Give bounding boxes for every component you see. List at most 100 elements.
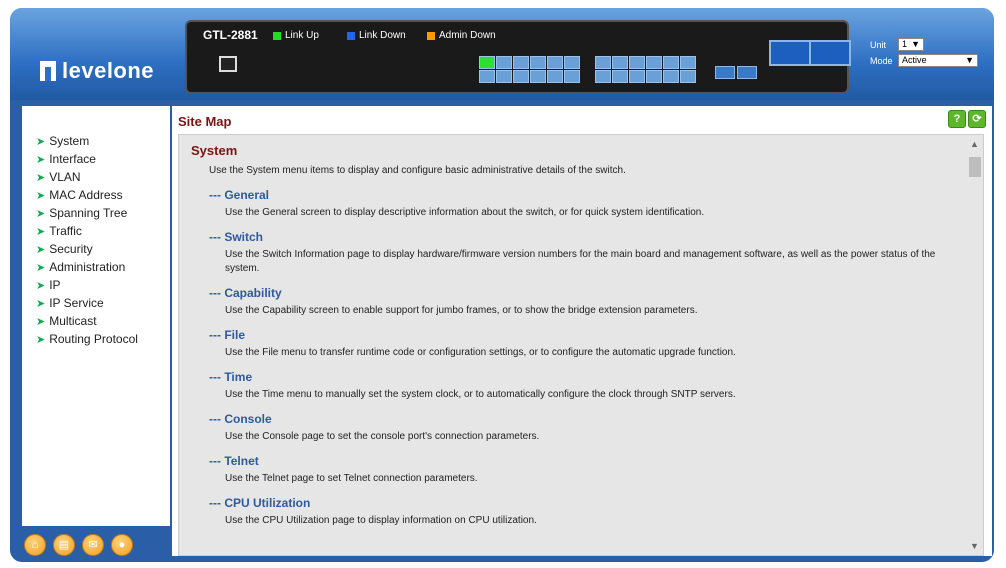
sidebar-item-mac-address[interactable]: ➤ MAC Address xyxy=(22,186,170,204)
arrow-right-icon: ➤ xyxy=(36,207,46,220)
refresh-button[interactable]: ⟳ xyxy=(968,110,986,128)
port[interactable] xyxy=(646,70,662,83)
dropdown-arrow-icon: ▼ xyxy=(965,55,974,65)
sidebar-item-multicast[interactable]: ➤ Multicast xyxy=(22,312,170,330)
arrow-right-icon: ➤ xyxy=(36,297,46,310)
brand-logo: levelone xyxy=(40,58,154,84)
port[interactable] xyxy=(595,56,611,69)
device-panel: GTL-2881 Link Up Link Down Admin Down xyxy=(185,20,851,94)
mode-select[interactable]: Active ▼ xyxy=(898,54,978,67)
legend-link-down: Link Down xyxy=(347,30,406,41)
sitemap-desc: Use the File menu to transfer runtime co… xyxy=(225,347,736,358)
sitemap-link-time[interactable]: --- Time xyxy=(209,370,983,384)
arrow-right-icon: ➤ xyxy=(36,279,46,292)
sidebar-item-interface[interactable]: ➤ Interface xyxy=(22,150,170,168)
dropdown-arrow-icon: ▼ xyxy=(911,39,920,49)
port[interactable] xyxy=(680,56,696,69)
sidebar-item-spanning-tree[interactable]: ➤ Spanning Tree xyxy=(22,204,170,222)
port[interactable] xyxy=(513,56,529,69)
mail-icon[interactable]: ✉ xyxy=(82,534,104,556)
port[interactable] xyxy=(629,56,645,69)
port[interactable] xyxy=(646,56,662,69)
port[interactable] xyxy=(663,70,679,83)
sitemap-desc: Use the Capability screen to enable supp… xyxy=(225,305,698,316)
port[interactable] xyxy=(564,70,580,83)
help-button[interactable]: ? xyxy=(948,110,966,128)
port[interactable] xyxy=(595,70,611,83)
sidebar-item-ip-service[interactable]: ➤ IP Service xyxy=(22,294,170,312)
port[interactable] xyxy=(496,70,512,83)
app-frame: levelone GTL-2881 Link Up Link Down Admi… xyxy=(10,8,994,562)
sitemap-link-switch[interactable]: --- Switch xyxy=(209,230,983,244)
sidebar-item-vlan[interactable]: ➤ VLAN xyxy=(22,168,170,186)
sidebar-item-traffic[interactable]: ➤ Traffic xyxy=(22,222,170,240)
arrow-right-icon: ➤ xyxy=(36,261,46,274)
port[interactable] xyxy=(479,56,495,69)
sitemap-link-console[interactable]: --- Console xyxy=(209,412,983,426)
device-model: GTL-2881 xyxy=(203,28,258,42)
port[interactable] xyxy=(513,70,529,83)
scrollbar-thumb[interactable] xyxy=(969,157,981,177)
port[interactable] xyxy=(680,70,696,83)
unit-select[interactable]: 1 ▼ xyxy=(898,38,924,51)
uplink-port[interactable] xyxy=(809,40,851,66)
sitemap-link-general[interactable]: --- General xyxy=(209,188,983,202)
mode-label: Mode xyxy=(870,55,893,66)
save-icon[interactable]: ● xyxy=(111,534,133,556)
link-down-swatch-icon xyxy=(347,31,355,40)
sitemap-scroll-pane[interactable]: System Use the System menu items to disp… xyxy=(178,134,984,556)
port[interactable] xyxy=(547,56,563,69)
port[interactable] xyxy=(629,70,645,83)
unit-label: Unit xyxy=(870,39,887,50)
sitemap-desc: Use the Switch Information page to displ… xyxy=(225,249,936,274)
sitemap-link-telnet[interactable]: --- Telnet xyxy=(209,454,983,468)
port[interactable] xyxy=(564,56,580,69)
page-title: Site Map xyxy=(178,114,232,129)
uplink-port[interactable] xyxy=(769,40,811,66)
port[interactable] xyxy=(496,56,512,69)
sitemap-desc: Use the Console page to set the console … xyxy=(225,431,540,442)
port[interactable] xyxy=(530,70,546,83)
legend-link-up: Link Up xyxy=(273,30,319,41)
sidebar-item-security[interactable]: ➤ Security xyxy=(22,240,170,258)
sidebar: ➤ System ➤ Interface ➤ VLAN ➤ MAC Address ➤ S… xyxy=(22,106,170,526)
arrow-right-icon: ➤ xyxy=(36,225,46,238)
scroll-down-icon[interactable]: ▼ xyxy=(970,541,979,551)
footer-icons: ⌂ ▤ ✉ ● xyxy=(24,534,133,556)
port[interactable] xyxy=(547,70,563,83)
document-icon[interactable]: ▤ xyxy=(53,534,75,556)
sitemap-link-file[interactable]: --- File xyxy=(209,328,983,342)
home-icon[interactable]: ⌂ xyxy=(24,534,46,556)
sidebar-item-ip[interactable]: ➤ IP xyxy=(22,276,170,294)
port-group-1 xyxy=(479,56,580,83)
legend-admin-down: Admin Down xyxy=(427,30,496,41)
console-port-icon[interactable] xyxy=(219,56,237,72)
port[interactable] xyxy=(479,70,495,83)
main-content: Site Map ? ⟳ System Use the System menu … xyxy=(172,106,992,556)
admin-down-swatch-icon xyxy=(427,31,435,40)
arrow-right-icon: ➤ xyxy=(36,135,46,148)
port[interactable] xyxy=(612,56,628,69)
sidebar-item-routing-protocol[interactable]: ➤ Routing Protocol xyxy=(22,330,170,348)
brand-name: levelone xyxy=(62,58,155,83)
unit-mode-controls: Unit 1 ▼ Mode Active ▼ xyxy=(870,38,978,70)
sfp-port[interactable] xyxy=(737,66,757,79)
sidebar-item-administration[interactable]: ➤ Administration xyxy=(22,258,170,276)
sitemap-link-cpu-utilization[interactable]: --- CPU Utilization xyxy=(209,496,983,510)
sitemap-desc: Use the CPU Utilization page to display … xyxy=(225,515,537,526)
port[interactable] xyxy=(612,70,628,83)
sitemap-link-capability[interactable]: --- Capability xyxy=(209,286,983,300)
port[interactable] xyxy=(663,56,679,69)
scroll-up-icon[interactable]: ▲ xyxy=(970,139,979,149)
arrow-right-icon: ➤ xyxy=(36,315,46,328)
vertical-scrollbar[interactable]: ▲ ▼ xyxy=(967,135,983,555)
link-up-swatch-icon xyxy=(273,31,281,40)
sidebar-item-system[interactable]: ➤ System xyxy=(22,132,170,150)
header: levelone GTL-2881 Link Up Link Down Admi… xyxy=(10,8,994,100)
arrow-right-icon: ➤ xyxy=(36,333,46,346)
sfp-port[interactable] xyxy=(715,66,735,79)
levelone-logo-icon xyxy=(40,61,56,81)
port[interactable] xyxy=(530,56,546,69)
arrow-right-icon: ➤ xyxy=(36,171,46,184)
arrow-right-icon: ➤ xyxy=(36,243,46,256)
